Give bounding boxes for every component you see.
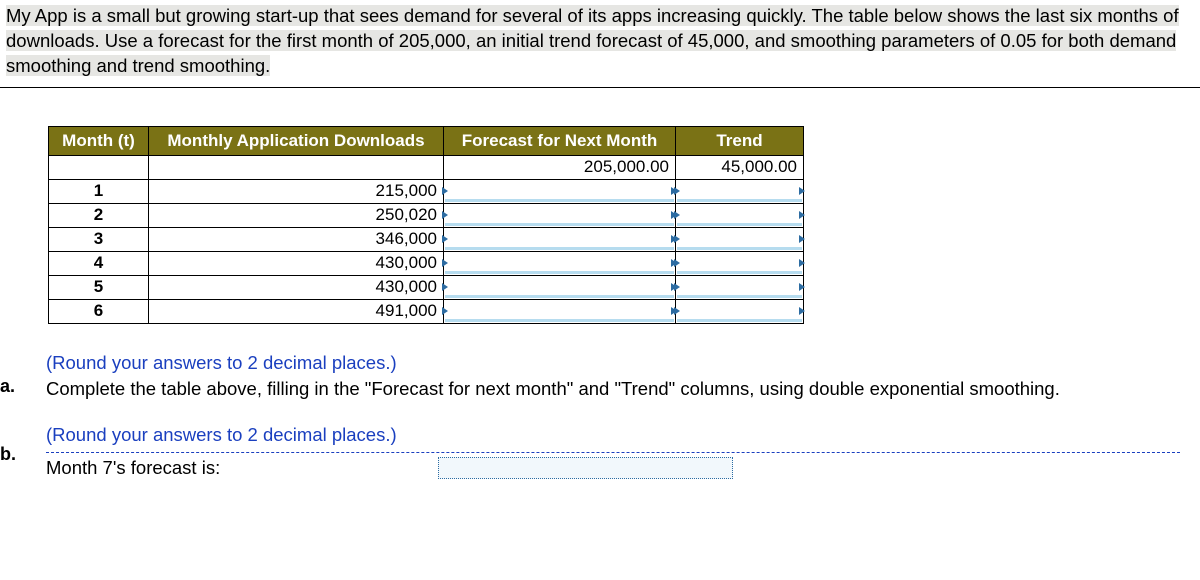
forecast-input[interactable] <box>444 203 676 227</box>
table-row: 4 430,000 <box>49 251 804 275</box>
initial-trend: 45,000.00 <box>676 155 804 179</box>
question-a-text: Complete the table above, filling in the… <box>46 376 1180 402</box>
forecast-input[interactable] <box>444 251 676 275</box>
initial-forecast: 205,000.00 <box>444 155 676 179</box>
trend-input[interactable] <box>676 203 804 227</box>
question-b-label: b. <box>0 422 36 465</box>
round-instruction: (Round your answers to 2 decimal places.… <box>46 350 1180 376</box>
forecast-input[interactable] <box>444 227 676 251</box>
table-row: 6 491,000 <box>49 299 804 323</box>
data-table-wrap: Month (t) Monthly Application Downloads … <box>0 88 1200 324</box>
forecast-input[interactable] <box>444 275 676 299</box>
table-row: 2 250,020 <box>49 203 804 227</box>
trend-input[interactable] <box>676 251 804 275</box>
trend-input[interactable] <box>676 227 804 251</box>
table-row: 5 430,000 <box>49 275 804 299</box>
month7-forecast-input[interactable] <box>438 457 733 479</box>
question-a-label: a. <box>0 350 36 397</box>
table-row-initial: 205,000.00 45,000.00 <box>49 155 804 179</box>
trend-input[interactable] <box>676 275 804 299</box>
trend-input[interactable] <box>676 299 804 323</box>
trend-input[interactable] <box>676 179 804 203</box>
header-month: Month (t) <box>49 126 149 155</box>
problem-statement: My App is a small but growing start-up t… <box>0 0 1200 88</box>
header-forecast: Forecast for Next Month <box>444 126 676 155</box>
round-instruction: (Round your answers to 2 decimal places.… <box>46 422 1180 448</box>
forecast-input[interactable] <box>444 299 676 323</box>
table-row: 3 346,000 <box>49 227 804 251</box>
header-trend: Trend <box>676 126 804 155</box>
question-b-text: Month 7's forecast is: <box>46 455 426 481</box>
header-downloads: Monthly Application Downloads <box>149 126 444 155</box>
downloads-table: Month (t) Monthly Application Downloads … <box>48 126 804 324</box>
table-row: 1 215,000 <box>49 179 804 203</box>
forecast-input[interactable] <box>444 179 676 203</box>
table-header-row: Month (t) Monthly Application Downloads … <box>49 126 804 155</box>
